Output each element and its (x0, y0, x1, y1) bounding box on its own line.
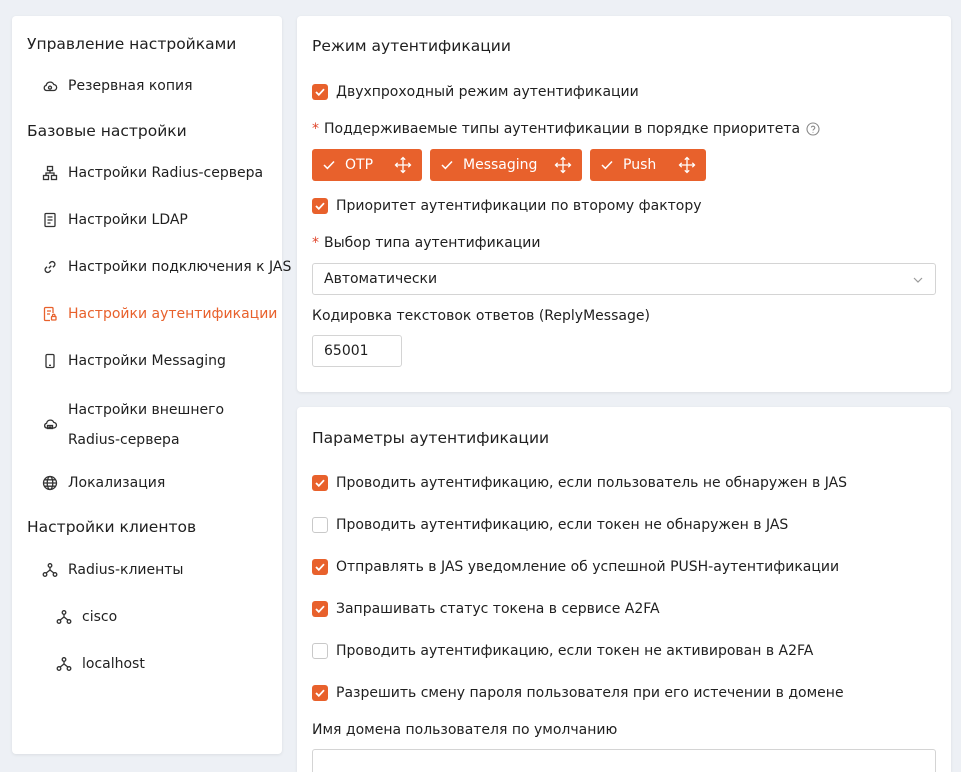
auth-type-select-value: Автоматически (324, 271, 438, 287)
option-label: Отправлять в JAS уведомление об успешной… (336, 559, 840, 575)
auth-types-field-label: * Поддерживаемые типы аутентификации в п… (312, 121, 820, 137)
sidebar-item-label: Локализация (68, 475, 166, 491)
sidebar-item-backup[interactable]: Резервная копия (12, 66, 282, 106)
option-checkbox[interactable] (312, 475, 328, 491)
cloud-server-icon (42, 417, 58, 433)
network-icon (42, 562, 58, 578)
default-domain-field-label: Имя домена пользователя по умолчанию (312, 722, 617, 738)
chevron-down-icon (912, 274, 924, 286)
option-user-not-found: Проводить аутентификацию, если пользоват… (312, 475, 847, 491)
sidebar-item-client-localhost[interactable]: localhost (12, 644, 282, 684)
two-pass-option: Двухпроходный режим аутентификации (312, 84, 639, 100)
sidebar-item-messaging[interactable]: Настройки Messaging (12, 341, 282, 381)
auth-type-select[interactable]: Автоматически (312, 263, 936, 295)
sidebar-item-label: Настройки Messaging (68, 353, 226, 369)
required-mark: * (312, 235, 319, 251)
auth-document-icon (42, 306, 58, 322)
sidebar-item-label: Настройки внешнего Radius-сервера (68, 402, 225, 448)
option-push-notification: Отправлять в JAS уведомление об успешной… (312, 559, 839, 575)
sidebar-item-localization[interactable]: Локализация (12, 463, 282, 503)
second-factor-checkbox[interactable] (312, 198, 328, 214)
option-label: Разрешить смену пароля пользователя при … (336, 685, 844, 701)
auth-type-label: OTP (345, 157, 374, 173)
sidebar-item-label: Настройки подключения к JAS (68, 259, 292, 275)
help-circle-icon[interactable] (806, 122, 820, 136)
sidebar-item-label: Резервная копия (68, 78, 193, 94)
option-checkbox[interactable] (312, 643, 328, 659)
two-pass-label: Двухпроходный режим аутентификации (336, 84, 639, 100)
sidebar-item-label: Radius-клиенты (68, 562, 184, 578)
phone-icon (42, 353, 58, 369)
encoding-input[interactable] (312, 335, 402, 367)
option-password-change: Разрешить смену пароля пользователя при … (312, 685, 844, 701)
sidebar-item-label: cisco (82, 609, 118, 625)
sidebar-item-label: localhost (82, 656, 145, 672)
option-checkbox[interactable] (312, 685, 328, 701)
option-checkbox[interactable] (312, 559, 328, 575)
auth-type-messaging-chip[interactable]: Messaging (430, 149, 582, 181)
sidebar-item-label: Настройки аутентификации (68, 306, 278, 322)
second-factor-option: Приоритет аутентификации по второму факт… (312, 198, 702, 214)
cloud-backup-icon (42, 78, 58, 94)
check-icon[interactable] (323, 160, 335, 170)
sidebar-section-title: Базовые настройки (27, 122, 187, 140)
sidebar-item-radius-server[interactable]: Настройки Radius-сервера (12, 153, 282, 193)
panel-title: Параметры аутентификации (312, 429, 550, 447)
sidebar-item-ldap[interactable]: Настройки LDAP (12, 200, 282, 240)
link-icon (42, 259, 58, 275)
option-token-not-activated: Проводить аутентификацию, если токен не … (312, 643, 813, 659)
second-factor-label: Приоритет аутентификации по второму факт… (336, 198, 702, 214)
option-token-status: Запрашивать статус токена в сервисе A2FA (312, 601, 660, 617)
option-checkbox[interactable] (312, 601, 328, 617)
sidebar-item-radius-clients[interactable]: Radius-клиенты (12, 550, 282, 590)
default-domain-input[interactable] (312, 749, 936, 772)
sidebar-section-title: Настройки клиентов (27, 518, 197, 536)
sidebar-item-external-radius[interactable]: Настройки внешнего Radius-сервера (12, 393, 282, 457)
drag-handle-icon[interactable] (394, 156, 412, 174)
option-token-not-found: Проводить аутентификацию, если токен не … (312, 517, 788, 533)
sidebar-item-authentication[interactable]: Настройки аутентификации (12, 294, 282, 334)
sidebar-item-label: Настройки LDAP (68, 212, 188, 228)
option-label: Проводить аутентификацию, если токен не … (336, 517, 789, 533)
required-mark: * (312, 121, 319, 137)
document-icon (42, 212, 58, 228)
auth-type-otp-chip[interactable]: OTP (312, 149, 422, 181)
sidebar-section-title: Управление настройками (27, 35, 237, 53)
auth-mode-panel: Режим аутентификации Двухпроходный режим… (297, 16, 951, 392)
auth-type-select-label: Выбор типа аутентификации (324, 235, 541, 251)
auth-type-label: Messaging (463, 157, 538, 173)
sidebar-item-client-cisco[interactable]: cisco (12, 597, 282, 637)
option-label: Проводить аутентификацию, если пользоват… (336, 475, 848, 491)
auth-type-select-field-label: * Выбор типа аутентификации (312, 235, 541, 251)
settings-sidebar: Управление настройками Резервная копия Б… (12, 16, 291, 754)
globe-icon (42, 475, 58, 491)
drag-handle-icon[interactable] (678, 156, 696, 174)
two-pass-checkbox[interactable] (312, 84, 328, 100)
panel-title: Режим аутентификации (312, 37, 511, 55)
drag-handle-icon[interactable] (554, 156, 572, 174)
network-icon (56, 609, 72, 625)
sidebar-item-jas-connection[interactable]: Настройки подключения к JAS (12, 247, 291, 287)
check-icon[interactable] (441, 160, 453, 170)
auth-type-push-chip[interactable]: Push (590, 149, 706, 181)
encoding-field-label: Кодировка текстовок ответов (ReplyMessag… (312, 308, 650, 324)
auth-params-panel: Параметры аутентификации Проводить аутен… (297, 407, 951, 772)
check-icon[interactable] (601, 160, 613, 170)
server-tree-icon (42, 165, 58, 181)
option-checkbox[interactable] (312, 517, 328, 533)
default-domain-label: Имя домена пользователя по умолчанию (312, 722, 618, 738)
encoding-label: Кодировка текстовок ответов (ReplyMessag… (312, 308, 650, 324)
network-icon (56, 656, 72, 672)
sidebar-item-label: Настройки Radius-сервера (68, 165, 264, 181)
option-label: Запрашивать статус токена в сервисе A2FA (336, 601, 660, 617)
option-label: Проводить аутентификацию, если токен не … (336, 643, 814, 659)
auth-types-label: Поддерживаемые типы аутентификации в пор… (324, 121, 801, 137)
auth-type-label: Push (623, 157, 657, 173)
